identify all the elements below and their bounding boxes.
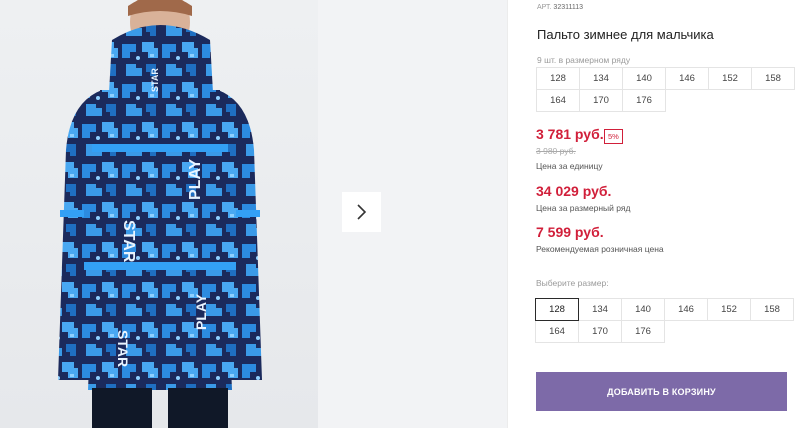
svg-text:STAR: STAR	[150, 68, 160, 92]
size-picker-label: Выберите размер:	[536, 278, 609, 288]
unit-price-label: Цена за единицу	[536, 161, 603, 171]
size-picker: 128 134 140 146 152 158 164 170 176	[535, 298, 794, 343]
pack-size-cell: 176	[622, 89, 666, 112]
pack-size-cell: 134	[579, 67, 623, 90]
pack-size-cell: 152	[708, 67, 752, 90]
pack-size-grid: 128 134 140 146 152 158 164 170 176	[536, 67, 795, 112]
svg-text:PLAY: PLAY	[187, 158, 204, 200]
row-price: 34 029 руб.	[536, 183, 612, 199]
pack-size-cell: 140	[622, 67, 666, 90]
size-option[interactable]: 176	[621, 320, 665, 343]
coat-illustration: PLAY STAR PLAY STAR STAR	[58, 0, 262, 428]
product-info-panel: АРТ. 32311113 Пальто зимнее для мальчика…	[507, 0, 800, 428]
svg-text:STAR: STAR	[115, 330, 131, 367]
size-option[interactable]: 146	[664, 298, 708, 321]
product-photo[interactable]: PLAY STAR PLAY STAR STAR	[0, 0, 318, 428]
chevron-right-icon	[356, 204, 366, 220]
svg-text:STAR: STAR	[120, 220, 137, 263]
size-option[interactable]: 158	[750, 298, 794, 321]
size-option[interactable]: 134	[578, 298, 622, 321]
pack-size-cell: 164	[536, 89, 580, 112]
size-option[interactable]: 140	[621, 298, 665, 321]
pack-size-cell: 146	[665, 67, 709, 90]
size-option-selected[interactable]: 128	[535, 298, 579, 321]
article-number: АРТ. 32311113	[537, 4, 583, 11]
next-image-button[interactable]	[342, 192, 381, 232]
old-price: 3 980 руб.	[536, 146, 576, 156]
product-title: Пальто зимнее для мальчика	[537, 27, 714, 42]
unit-price: 3 781 руб.	[536, 126, 604, 142]
discount-badge: 5%	[604, 129, 623, 144]
size-option[interactable]: 152	[707, 298, 751, 321]
pack-size-cell: 128	[536, 67, 580, 90]
retail-price-label: Рекомендуемая розничная цена	[536, 244, 664, 254]
svg-text:PLAY: PLAY	[193, 293, 209, 330]
product-gallery: PLAY STAR PLAY STAR STAR	[0, 0, 507, 428]
add-to-cart-button[interactable]: ДОБАВИТЬ В КОРЗИНУ	[536, 372, 787, 411]
pack-note: 9 шт. в размерном ряду	[537, 55, 631, 65]
pack-size-cell: 158	[751, 67, 795, 90]
size-option[interactable]: 164	[535, 320, 579, 343]
pack-size-cell: 170	[579, 89, 623, 112]
retail-price: 7 599 руб.	[536, 224, 604, 240]
size-option[interactable]: 170	[578, 320, 622, 343]
row-price-label: Цена за размерный ряд	[536, 203, 631, 213]
article-value: 32311113	[553, 4, 584, 11]
article-label: АРТ.	[537, 4, 552, 11]
